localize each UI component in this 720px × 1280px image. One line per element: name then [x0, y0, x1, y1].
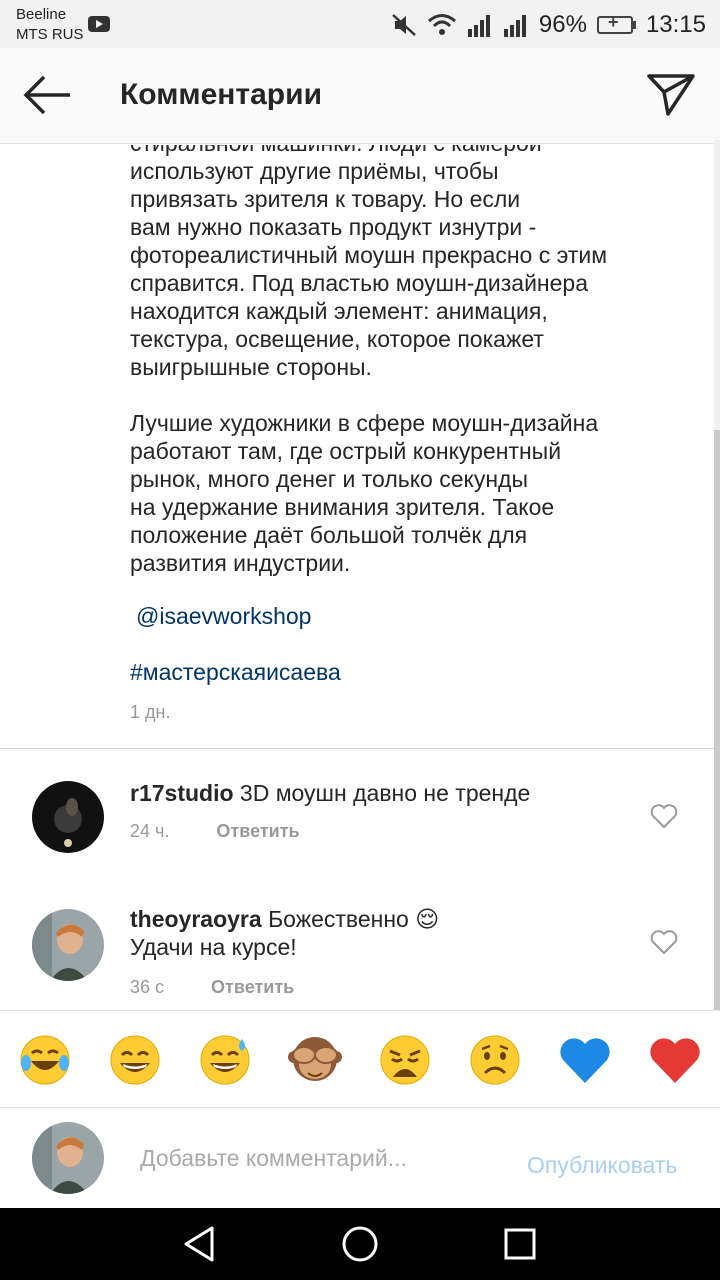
carrier-info: Beeline MTS RUS [16, 5, 84, 45]
emoji-grin-button[interactable] [108, 1033, 162, 1087]
caption-line: развития индустрии. [130, 550, 351, 576]
comment-item: theoyraoyra Божественно 😌 Удачи на курсе… [0, 901, 714, 1010]
comment-meta: 36 с Ответить [130, 977, 294, 998]
status-bar: Beeline MTS RUS 96% 13:15 [0, 0, 720, 48]
reply-button[interactable]: Ответить [216, 821, 299, 841]
caption-timestamp: 1 дн. [130, 702, 171, 722]
reply-button[interactable]: Ответить [211, 977, 294, 997]
comment-item: r17studio 3D моушн давно не тренде 24 ч.… [0, 775, 714, 885]
caption-line: текстура, освещение, которое покажет [130, 326, 544, 352]
battery-percent: 96% [538, 11, 587, 38]
avatar[interactable] [32, 781, 104, 853]
emoji-see-no-evil-monkey-button[interactable] [288, 1033, 342, 1087]
comment-body: r17studio 3D моушн давно не тренде [130, 779, 630, 807]
caption-line: рынок, много денег и только секунды [130, 466, 528, 492]
nav-home-button[interactable] [340, 1224, 380, 1264]
heart-outline-icon [650, 804, 678, 828]
scrollbar[interactable] [714, 140, 720, 1150]
caption-line: находится каждый элемент: анимация, [130, 298, 548, 324]
back-button[interactable] [22, 74, 74, 116]
share-button[interactable] [646, 72, 696, 118]
recents-square-icon [504, 1228, 536, 1260]
status-icons: 96% 13:15 [391, 10, 706, 40]
caption-line: используют другие приёмы, чтобы [130, 158, 499, 184]
emoji-weary-button[interactable] [378, 1033, 432, 1087]
nav-back-button[interactable] [180, 1224, 220, 1264]
caption-line: стиральной машинки. Люди с камерой [130, 145, 690, 157]
comment-timestamp: 36 с [130, 977, 165, 997]
comment-username[interactable]: theoyraoyra [130, 906, 262, 932]
comment-text: 3D моушн давно не тренде [239, 780, 531, 806]
clock: 13:15 [645, 11, 706, 38]
publish-button[interactable]: Опубликовать [527, 1152, 677, 1179]
comment-composer: Опубликовать [0, 1108, 720, 1208]
wifi-icon [427, 13, 457, 37]
emoji-sweat-smile-button[interactable] [198, 1033, 252, 1087]
caption-line: на удержание внимания зрителя. Такое [130, 494, 555, 520]
carrier-line-2: MTS RUS [16, 26, 84, 43]
caption-line: справится. Под властью моушн-дизайнера [130, 270, 588, 296]
like-button[interactable] [650, 803, 678, 829]
mention-link[interactable]: @isaevworkshop [136, 603, 311, 630]
android-nav-bar [0, 1208, 720, 1280]
back-triangle-icon [184, 1226, 214, 1262]
comment-timestamp: 24 ч. [130, 821, 170, 841]
signal-icon [503, 13, 529, 37]
comment-text: Божественно 😌 [268, 906, 440, 932]
battery-icon [596, 12, 636, 34]
mute-icon [391, 12, 417, 38]
current-user-avatar [32, 1122, 104, 1194]
emoji-red-heart-button[interactable] [648, 1033, 702, 1087]
caption-line: вам нужно показать продукт изнутри - [130, 214, 537, 240]
caption-line: Лучшие художники в сфере моушн-дизайна [130, 410, 599, 436]
comment-text-line: Удачи на курсе! [130, 934, 297, 960]
post-caption: стиральной машинки. Люди с камерой испол… [130, 145, 690, 577]
comment-input[interactable] [140, 1140, 510, 1176]
caption-line: выигрышные стороны. [130, 354, 372, 380]
comment-body: theoyraoyra Божественно 😌 Удачи на курсе… [130, 905, 630, 961]
comment-meta: 24 ч. Ответить [130, 821, 300, 842]
emoji-blue-heart-button[interactable] [558, 1033, 612, 1087]
caption-line: привязать зрителя к товару. Но если [130, 186, 521, 212]
caption-line: работают там, где острый конкурентный [130, 438, 562, 464]
caption-line: фотореалистичный моушн прекрасно с этим [130, 242, 608, 268]
send-icon [647, 74, 695, 116]
page-title: Комментарии [120, 78, 323, 111]
heart-outline-icon [650, 930, 678, 954]
emoji-quick-bar [0, 1010, 720, 1108]
avatar[interactable] [32, 909, 104, 981]
caption-line: положение даёт большой толчёк для [130, 522, 528, 548]
arrow-left-icon [23, 75, 70, 115]
youtube-notification-icon [88, 16, 110, 32]
like-button[interactable] [650, 929, 678, 955]
emoji-frowning-button[interactable] [468, 1033, 522, 1087]
nav-recents-button[interactable] [500, 1224, 540, 1264]
hashtag-link[interactable]: #мастерскаяисаева [130, 659, 341, 686]
divider [0, 748, 714, 749]
comments-list[interactable]: стиральной машинки. Люди с камерой испол… [0, 145, 720, 1010]
comment-username[interactable]: r17studio [130, 780, 234, 806]
signal-icon [467, 13, 493, 37]
home-circle-icon [342, 1226, 378, 1262]
emoji-tears-of-joy-button[interactable] [18, 1033, 72, 1087]
carrier-line-1: Beeline [16, 6, 67, 23]
app-header: Комментарии [0, 48, 720, 144]
